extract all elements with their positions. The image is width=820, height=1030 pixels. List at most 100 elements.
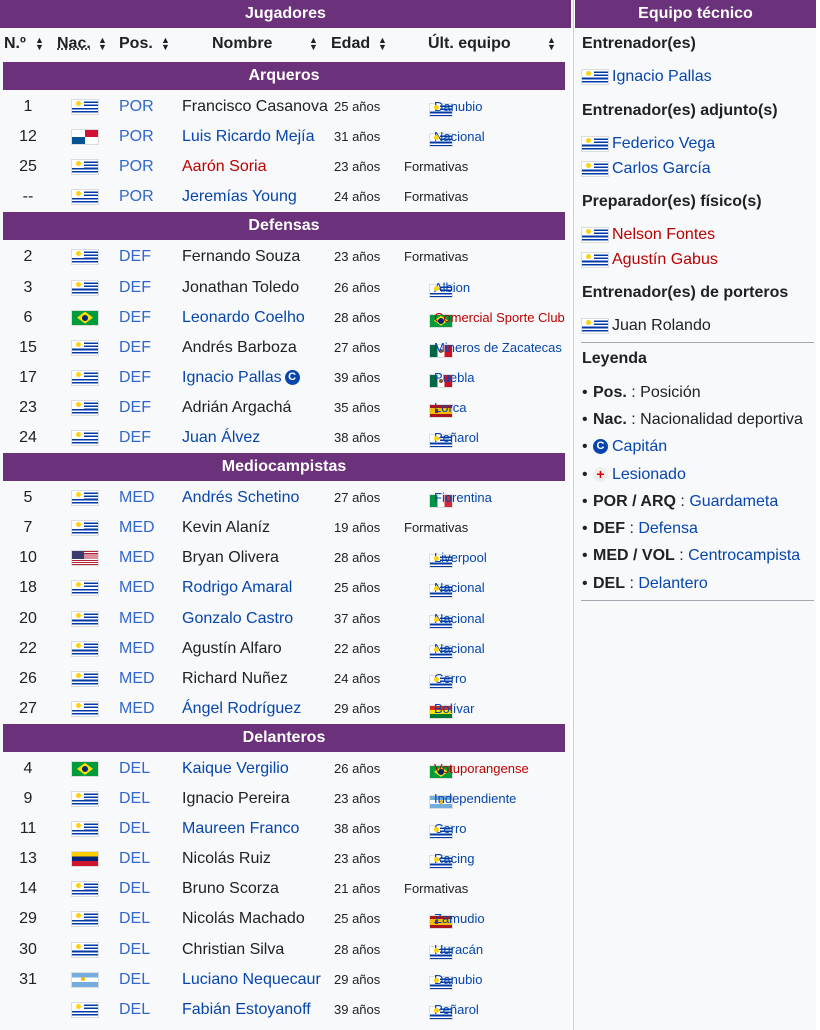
player-name[interactable]: Juan Álvez: [182, 423, 260, 453]
position-link[interactable]: MED: [119, 664, 155, 694]
position-link[interactable]: DEL: [119, 965, 150, 995]
player-name[interactable]: Ángel Rodríguez: [182, 694, 301, 724]
position-link[interactable]: POR: [119, 152, 154, 182]
col-last-team[interactable]: Últ. equipo: [428, 35, 511, 53]
position-link[interactable]: DEL: [119, 754, 150, 784]
position-link[interactable]: MED: [119, 513, 155, 543]
position-link[interactable]: DEF: [119, 303, 151, 333]
last-team[interactable]: Fiorentina: [434, 483, 492, 513]
last-team[interactable]: Nacional: [434, 634, 485, 664]
last-team[interactable]: Zamudio: [434, 904, 485, 934]
uruguay-flag-icon: [72, 1002, 98, 1017]
player-name[interactable]: Jeremías Young: [182, 182, 297, 212]
staff-link[interactable]: Federico Vega: [612, 135, 715, 152]
col-name[interactable]: Nombre: [212, 35, 272, 53]
player-name[interactable]: Gonzalo Castro: [182, 604, 293, 634]
legend-sep: :: [626, 384, 641, 401]
last-team[interactable]: Peñarol: [434, 423, 479, 453]
position-link[interactable]: MED: [119, 543, 155, 573]
sort-icon[interactable]: ▲ ▼: [161, 36, 170, 52]
position-link[interactable]: POR: [119, 92, 154, 122]
player-name[interactable]: Ignacio Pallas C: [182, 363, 300, 393]
last-team[interactable]: Liverpool: [434, 543, 487, 573]
venezuela-flag-icon: [72, 852, 98, 867]
player-name[interactable]: Andrés Schetino: [182, 483, 299, 513]
sort-icon[interactable]: ▲ ▼: [35, 36, 44, 52]
legend-link[interactable]: Lesionado: [612, 466, 686, 483]
position-link[interactable]: DEL: [119, 995, 150, 1025]
position-link[interactable]: POR: [119, 122, 154, 152]
position-link[interactable]: DEF: [119, 393, 151, 423]
position-link[interactable]: MED: [119, 634, 155, 664]
position-link[interactable]: DEF: [119, 333, 151, 363]
shirt-number: 2: [23, 248, 33, 266]
col-number[interactable]: N.º: [4, 35, 26, 53]
last-team[interactable]: Mineros de Zacatecas: [434, 333, 562, 363]
player-name-text: Rodrigo Amaral: [182, 579, 293, 597]
last-team[interactable]: Danubio: [434, 965, 482, 995]
position-link[interactable]: MED: [119, 694, 155, 724]
last-team[interactable]: Puebla: [434, 363, 474, 393]
player-age: 23 años: [334, 249, 381, 265]
col-age[interactable]: Edad: [331, 35, 370, 53]
position-link[interactable]: DEL: [119, 935, 150, 965]
position-link[interactable]: DEL: [119, 814, 150, 844]
staff-link[interactable]: Nelson Fontes: [612, 226, 715, 243]
last-team[interactable]: Huracán: [434, 935, 483, 965]
sort-icon[interactable]: ▲ ▼: [309, 36, 318, 52]
player-name[interactable]: Maureen Franco: [182, 814, 299, 844]
legend-link[interactable]: Defensa: [638, 520, 698, 537]
position-link[interactable]: DEL: [119, 784, 150, 814]
position-link[interactable]: DEL: [119, 844, 150, 874]
legend-link[interactable]: Centrocampista: [688, 547, 800, 564]
legend-link[interactable]: Delantero: [638, 575, 707, 592]
last-team[interactable]: Independiente: [434, 784, 516, 814]
col-position[interactable]: Pos.: [119, 35, 153, 53]
sort-icon[interactable]: ▲ ▼: [378, 36, 387, 52]
position-link[interactable]: DEL: [119, 904, 150, 934]
last-team[interactable]: Nacional: [434, 573, 485, 603]
staff-link[interactable]: Agustín Gabus: [612, 251, 718, 268]
sort-icon[interactable]: ▲ ▼: [98, 36, 107, 52]
position-link[interactable]: MED: [119, 483, 155, 513]
position-link[interactable]: DEF: [119, 242, 151, 272]
player-age: 28 años: [334, 941, 381, 957]
legend-item: Pos. : Posición: [582, 384, 701, 402]
player-name-text: Francisco Casanova: [182, 98, 328, 115]
player-name[interactable]: Luis Ricardo Mejía: [182, 122, 315, 152]
legend-sep: :: [675, 493, 690, 510]
player-name[interactable]: Aarón Soria: [182, 152, 267, 182]
player-name[interactable]: Kaique Vergilio: [182, 754, 289, 784]
position-link[interactable]: DEF: [119, 273, 151, 303]
position-link[interactable]: DEF: [119, 363, 151, 393]
last-team[interactable]: Bolívar: [434, 694, 474, 724]
shirt-number: 24: [19, 429, 37, 446]
legend-link[interactable]: Capitán: [612, 438, 667, 455]
last-team[interactable]: Nacional: [434, 604, 485, 634]
player-name[interactable]: Leonardo Coelho: [182, 303, 305, 333]
legend-link[interactable]: Guardameta: [689, 493, 778, 510]
position-link[interactable]: POR: [119, 182, 154, 212]
last-team[interactable]: Danubio: [434, 92, 482, 122]
last-team[interactable]: Nacional: [434, 122, 485, 152]
last-team[interactable]: Racing: [434, 844, 474, 874]
position-link[interactable]: DEL: [119, 874, 150, 904]
player-age: 23 años: [334, 159, 381, 175]
position-link[interactable]: MED: [119, 604, 155, 634]
last-team[interactable]: Votuporangense: [434, 754, 529, 784]
staff-link[interactable]: Ignacio Pallas: [612, 68, 712, 85]
player-name[interactable]: Luciano Nequecaur: [182, 965, 321, 995]
last-team[interactable]: Peñarol: [434, 995, 479, 1025]
staff-link[interactable]: Carlos García: [612, 160, 711, 177]
position-link[interactable]: MED: [119, 573, 155, 603]
player-name[interactable]: Rodrigo Amaral: [182, 573, 292, 603]
last-team[interactable]: Albion: [434, 273, 470, 303]
last-team[interactable]: Comercial Sporte Club: [434, 303, 565, 333]
sort-icon[interactable]: ▲ ▼: [547, 36, 556, 52]
position-link[interactable]: DEF: [119, 423, 151, 453]
last-team[interactable]: Lorca: [434, 393, 467, 423]
staff-group-label: Entrenador(es) de porteros: [582, 284, 789, 301]
shirt-number: 1: [23, 98, 33, 115]
col-nationality[interactable]: Nac.: [57, 35, 91, 53]
player-name[interactable]: Fabián Estoyanoff: [182, 995, 311, 1025]
